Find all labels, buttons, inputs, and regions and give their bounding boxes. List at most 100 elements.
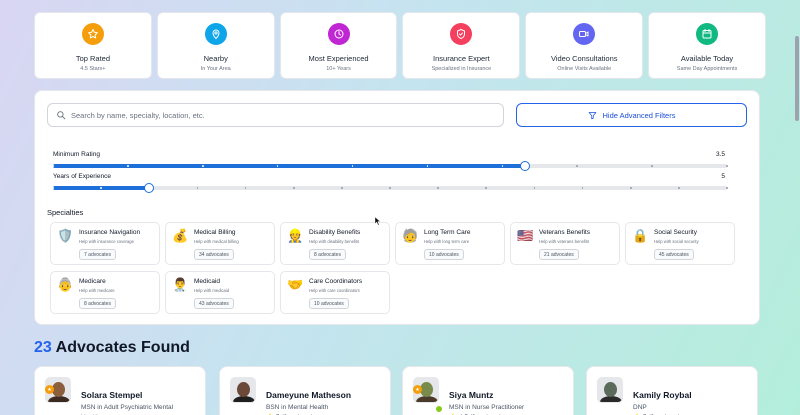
specialty-advocate-count: 43 advocates — [194, 298, 234, 309]
slider-step-dot — [726, 187, 728, 189]
years-experience-slider[interactable] — [52, 183, 728, 193]
specialty-advocate-count: 34 advocates — [194, 249, 234, 260]
feature-cards: Top Rated 4.5 Stars+ Nearby In Your Area… — [34, 12, 766, 79]
advocate-name[interactable]: Solara Stempel — [81, 390, 142, 400]
feature-card-nearby[interactable]: Nearby In Your Area — [156, 12, 275, 79]
funnel-icon — [588, 111, 596, 119]
specialties-heading: Specialties — [47, 208, 84, 217]
specialty-name: Medical Billing — [194, 229, 236, 236]
slider-step-dot — [426, 165, 429, 167]
scrollbar-thumb[interactable] — [795, 36, 799, 121]
specialty-card[interactable]: 🔒 Social Security Help with social securit… — [625, 222, 735, 265]
min-rating-label: Minimum Rating — [53, 151, 100, 158]
advocate-name[interactable]: Kamily Roybal — [633, 390, 692, 400]
slider-step-dot — [196, 187, 199, 189]
specialty-description: Help with veterans benefits — [539, 239, 590, 244]
feature-subtitle: Same Day Appointments — [676, 66, 738, 72]
feature-title: Video Consultations — [550, 54, 618, 63]
specialty-advocate-count: 7 advocates — [79, 249, 116, 260]
specialty-emoji-icon: 🇺🇸 — [517, 228, 534, 243]
advocate-card[interactable]: ★ Solara Stempel MSN in Adult Psychiatric … — [34, 366, 206, 415]
specialty-emoji-icon: 🤝 — [287, 277, 304, 292]
slider-step-dot — [678, 187, 680, 189]
feature-card-available-today[interactable]: Available Today Same Day Appointments — [648, 12, 766, 79]
advocate-credential: MSN in Nurse Practitioner — [449, 404, 525, 411]
specialty-card[interactable]: 🧓 Long Term Care Help with long term care 1… — [395, 222, 505, 265]
feature-card-top-rated[interactable]: Top Rated 4.5 Stars+ — [34, 12, 152, 79]
specialty-advocate-count: 8 advocates — [79, 298, 116, 309]
specialty-name: Long Term Care — [424, 229, 471, 236]
slider-step-dot — [576, 165, 579, 167]
specialty-card[interactable]: 🇺🇸 Veterans Benefits Help with veterans be… — [510, 222, 620, 265]
advocate-credential: DNP — [633, 404, 647, 411]
feature-title: Top Rated — [75, 54, 111, 63]
results-heading: 23 Advocates Found — [34, 339, 190, 357]
advocate-card[interactable]: Dameyune MathesonBSN in Mental Health⭐ 5… — [219, 366, 391, 415]
specialty-card[interactable]: 🛡️ Insurance Navigation Help with insuranc… — [50, 222, 160, 265]
results-label: Advocates Found — [55, 339, 190, 356]
advocate-name[interactable]: Dameyune Matheson — [266, 390, 351, 400]
years-experience-value: 5 — [721, 173, 725, 180]
feature-card-video-consultations[interactable]: Video Consultations Online Visits Availa… — [525, 12, 644, 79]
slider-thumb[interactable] — [144, 183, 155, 193]
slider-step-dot — [341, 187, 343, 189]
specialty-description: Help with insurance coverage — [79, 239, 134, 244]
search-filter-panel: Hide Advanced Filters Minimum Rating 3.5… — [34, 90, 760, 325]
specialty-card[interactable]: 👷 Disability Benefits Help with disability… — [280, 222, 390, 265]
results-count: 23 — [34, 339, 52, 356]
specialty-emoji-icon: 🔒 — [632, 228, 649, 243]
specialty-emoji-icon: 💰 — [172, 228, 189, 243]
advocate-credential: BSN in Mental Health — [266, 404, 329, 411]
specialty-name: Disability Benefits — [309, 229, 361, 236]
slider-step-dot — [52, 165, 54, 167]
top-rated-badge-icon: ★ — [413, 385, 422, 394]
slider-step-dot — [629, 187, 632, 189]
slider-thumb[interactable] — [519, 161, 530, 171]
shield-check-icon — [450, 23, 473, 45]
feature-subtitle: Online Visits Available — [557, 66, 612, 72]
specialty-advocate-count: 10 advocates — [309, 298, 349, 309]
feature-title: Nearby — [203, 54, 228, 63]
advocate-avatar — [597, 377, 623, 403]
clock-icon — [327, 23, 350, 45]
feature-card-most-experienced[interactable]: Most Experienced 10+ Years — [279, 12, 398, 79]
specialty-description: Help with social security — [654, 239, 699, 244]
slider-step-dot — [201, 165, 204, 167]
hide-advanced-filters-button[interactable]: Hide Advanced Filters — [516, 103, 747, 127]
search-icon — [57, 111, 66, 120]
min-rating-value: 3.5 — [715, 151, 725, 158]
min-rating-slider[interactable] — [52, 161, 728, 171]
specialty-description: Help with disability benefits — [309, 239, 360, 244]
specialty-card[interactable]: 👨‍⚕️ Medicaid Help with medicaid 43 advocat… — [165, 271, 275, 314]
advocate-credential: MSN in Adult Psychiatric Mental — [81, 404, 174, 411]
advocate-name[interactable]: Siya Muntz — [449, 390, 493, 400]
feature-subtitle: Specialized in Insurance — [431, 66, 492, 72]
calendar-icon — [696, 23, 719, 45]
page-scrollbar[interactable] — [794, 0, 800, 415]
specialty-card[interactable]: 👵 Medicare Help with medicare 8 advocates — [50, 271, 160, 314]
years-experience-label: Years of Experience — [53, 173, 111, 180]
specialty-card[interactable]: 💰 Medical Billing Help with medical billin… — [165, 222, 275, 265]
feature-title: Insurance Expert — [433, 54, 490, 63]
location-pin-icon — [204, 23, 227, 45]
advocate-avatar — [230, 377, 256, 403]
specialty-emoji-icon: 👷 — [287, 228, 304, 243]
slider-step-dot — [437, 187, 439, 189]
online-status-indicator — [435, 405, 443, 413]
specialty-advocate-count: 45 advocates — [654, 249, 694, 260]
advocate-card[interactable]: ★Siya MuntzMSN in Nurse Practitioner⭐ 4.… — [402, 366, 574, 415]
min-rating-fill — [53, 164, 525, 168]
slider-step-dot — [651, 165, 653, 167]
specialty-description: Help with medicaid — [194, 288, 230, 293]
slider-step-dot — [533, 187, 536, 189]
advocate-card[interactable]: Kamily RoybalDNP⭐ 5 (3 reviews) — [586, 366, 758, 415]
feature-card-insurance-expert[interactable]: Insurance Expert Specialized in Insuranc… — [402, 12, 521, 79]
search-input[interactable] — [71, 110, 491, 120]
specialty-emoji-icon: 👵 — [57, 277, 74, 292]
feature-subtitle: In Your Area — [200, 66, 231, 72]
specialty-card[interactable]: 🤝 Care Coordinators Help with care coordin… — [280, 271, 390, 314]
feature-subtitle: 10+ Years — [326, 66, 351, 72]
search-box[interactable] — [47, 103, 504, 127]
feature-title: Most Experienced — [308, 54, 369, 63]
slider-step-dot — [127, 165, 129, 167]
